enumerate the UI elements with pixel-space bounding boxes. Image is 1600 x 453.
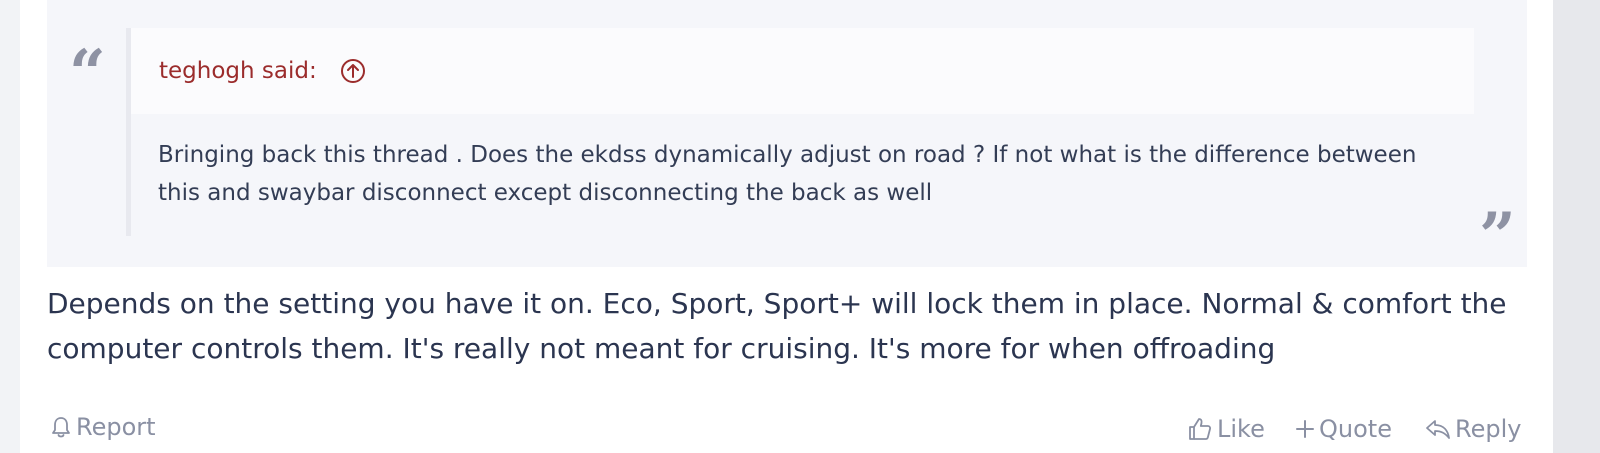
report-button[interactable]: Report [50, 412, 156, 442]
quote-author-link[interactable]: teghogh said: [159, 56, 317, 86]
quote-label: Quote [1319, 415, 1392, 443]
message-body: Depends on the setting you have it on. E… [47, 287, 1507, 365]
reply-button[interactable]: Reply [1425, 414, 1521, 444]
plus-icon [1296, 420, 1314, 438]
quote-header: teghogh said: [131, 28, 1474, 114]
report-label: Report [76, 413, 156, 441]
quoted-reply-block: “ teghogh said: Bringing back this threa… [47, 0, 1527, 274]
page-right-gutter [1553, 0, 1600, 453]
bell-icon [52, 417, 70, 438]
quote-button[interactable]: Quote [1295, 414, 1392, 444]
forum-post: “ teghogh said: Bringing back this threa… [20, 0, 1553, 453]
like-label: Like [1217, 415, 1265, 443]
open-quote-icon: “ [69, 36, 106, 111]
like-button[interactable]: Like [1187, 414, 1265, 444]
close-quote-icon: ” [1479, 199, 1516, 274]
arrow-up-circle-icon[interactable] [340, 58, 366, 84]
reply-arrow-icon [1426, 420, 1450, 439]
reply-label: Reply [1455, 415, 1522, 443]
thumbs-up-icon [1189, 418, 1212, 440]
quote-text: Bringing back this thread . Does the ekd… [158, 142, 1417, 206]
